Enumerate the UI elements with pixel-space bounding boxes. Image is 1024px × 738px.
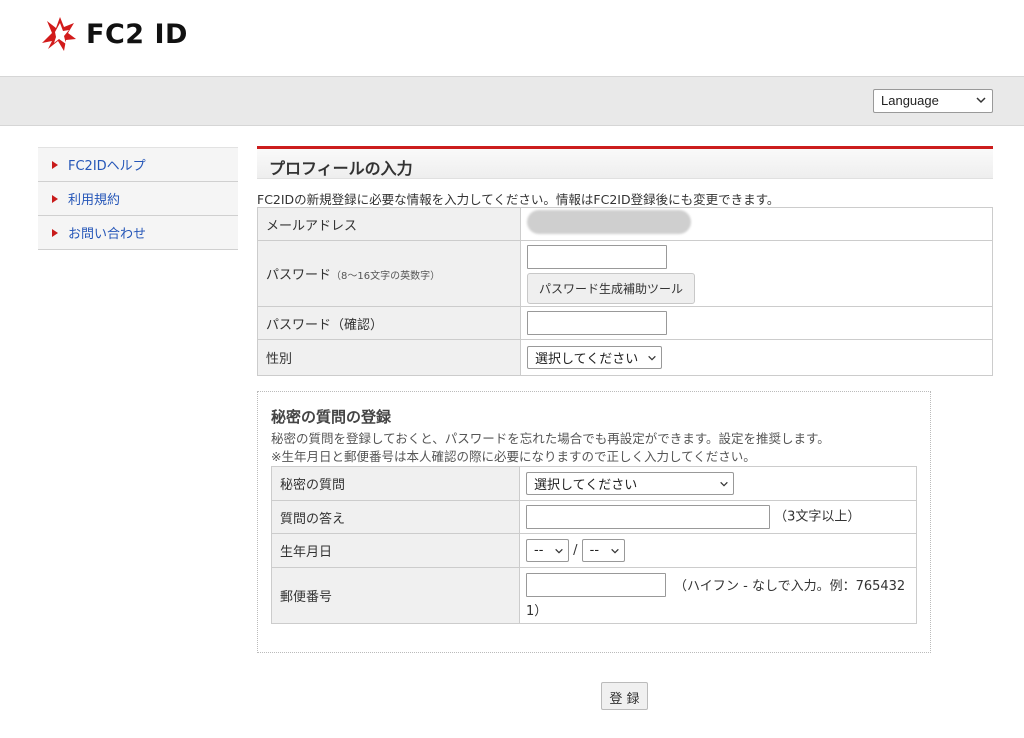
answer-note: （3文字以上） xyxy=(774,509,861,525)
answer-cell: （3文字以上） xyxy=(519,500,917,534)
answer-input[interactable] xyxy=(526,505,770,529)
triangle-right-icon xyxy=(52,160,58,169)
language-select-label: Language xyxy=(881,93,939,108)
sidebar-item-contact[interactable]: お問い合わせ xyxy=(38,216,238,250)
birthday-cell: -- / -- xyxy=(519,533,917,568)
logo-text: FC2 ID xyxy=(86,18,188,50)
secret-desc-1: 秘密の質問を登録しておくと、パスワードを忘れた場合でも再設定ができます。設定を推… xyxy=(271,431,830,446)
password-generator-button[interactable]: パスワード生成補助ツール xyxy=(527,273,696,304)
secret-form-table: 秘密の質問 選択してください 質問の答え （3文字以上） 生年月日 -- / -… xyxy=(271,466,917,624)
language-bar: Language xyxy=(0,76,1024,126)
secret-title: 秘密の質問の登録 xyxy=(271,408,392,426)
email-label: メールアドレス xyxy=(257,207,521,241)
chevron-down-icon xyxy=(648,355,656,361)
secret-question-cell: 選択してください xyxy=(519,466,917,501)
zip-input[interactable] xyxy=(526,572,666,597)
secret-question-section: 秘密の質問の登録 秘密の質問を登録しておくと、パスワードを忘れた場合でも再設定が… xyxy=(257,391,931,653)
birthday-month-value: -- xyxy=(534,543,544,558)
register-button[interactable]: 登 録 xyxy=(601,682,648,710)
secret-desc-2: ※生年月日と郵便番号は本人確認の際に必要になりますので正しく入力してください。 xyxy=(271,449,756,464)
triangle-right-icon xyxy=(52,194,58,203)
gender-select-value: 選択してください xyxy=(535,352,639,367)
sidebar-item-help[interactable]: FC2IDヘルプ xyxy=(38,148,238,182)
password-input[interactable] xyxy=(527,245,667,269)
fc2-logo-icon xyxy=(42,17,76,51)
fc2id-logo[interactable]: FC2 ID xyxy=(38,12,188,56)
birthday-label: 生年月日 xyxy=(271,533,520,568)
sidebar-item-terms[interactable]: 利用規約 xyxy=(38,182,238,216)
answer-label: 質問の答え xyxy=(271,500,520,534)
password-cell: パスワード生成補助ツール xyxy=(520,240,993,307)
birthday-month-select[interactable]: -- xyxy=(526,539,569,562)
zip-note-cont: 1） xyxy=(526,603,548,619)
birthday-day-select[interactable]: -- xyxy=(581,539,625,562)
triangle-right-icon xyxy=(52,228,58,237)
sidebar-item-label: FC2IDヘルプ xyxy=(68,159,146,174)
email-value-redacted xyxy=(527,210,691,234)
email-value-cell xyxy=(520,207,993,241)
password-note: （8～16文字の英数字） xyxy=(331,271,441,282)
gender-label: 性別 xyxy=(257,339,521,376)
gender-cell: 選択してください xyxy=(520,339,993,376)
password-confirm-label: パスワード（確認） xyxy=(257,306,521,340)
password-confirm-cell xyxy=(520,306,993,340)
password-confirm-input[interactable] xyxy=(527,311,667,335)
sidebar-item-label: お問い合わせ xyxy=(68,227,147,242)
zip-cell: （ハイフン - なしで入力。例：765432 1） xyxy=(519,567,917,624)
secret-question-select[interactable]: 選択してください xyxy=(526,472,734,495)
gender-select[interactable]: 選択してください xyxy=(527,346,662,369)
secret-question-label: 秘密の質問 xyxy=(271,466,520,501)
sidebar: FC2IDヘルプ 利用規約 お問い合わせ xyxy=(38,147,238,250)
zip-label: 郵便番号 xyxy=(271,567,520,624)
password-label-cell: パスワード（8～16文字の英数字） xyxy=(257,240,521,307)
sidebar-item-label: 利用規約 xyxy=(68,193,121,208)
chevron-down-icon xyxy=(720,481,728,487)
language-select[interactable]: Language xyxy=(873,89,993,113)
section-title: プロフィールの入力 xyxy=(257,146,993,179)
chevron-down-icon xyxy=(555,548,563,554)
profile-form-table: メールアドレス パスワード（8～16文字の英数字） パスワード生成補助ツール パ… xyxy=(257,207,993,376)
birthday-separator: / xyxy=(573,543,578,558)
zip-note: （ハイフン - なしで入力。例：765432 xyxy=(674,579,906,594)
password-label: パスワード xyxy=(266,268,332,283)
birthday-day-value: -- xyxy=(589,543,600,558)
profile-section: プロフィールの入力 FC2IDの新規登録に必要な情報を入力してください。情報はF… xyxy=(257,146,993,376)
page-header: FC2 ID xyxy=(0,0,1024,76)
chevron-down-icon xyxy=(976,97,986,104)
secret-question-value: 選択してください xyxy=(534,478,638,493)
profile-intro: FC2IDの新規登録に必要な情報を入力してください。情報はFC2ID登録後にも変… xyxy=(257,192,780,207)
chevron-down-icon xyxy=(610,548,619,554)
